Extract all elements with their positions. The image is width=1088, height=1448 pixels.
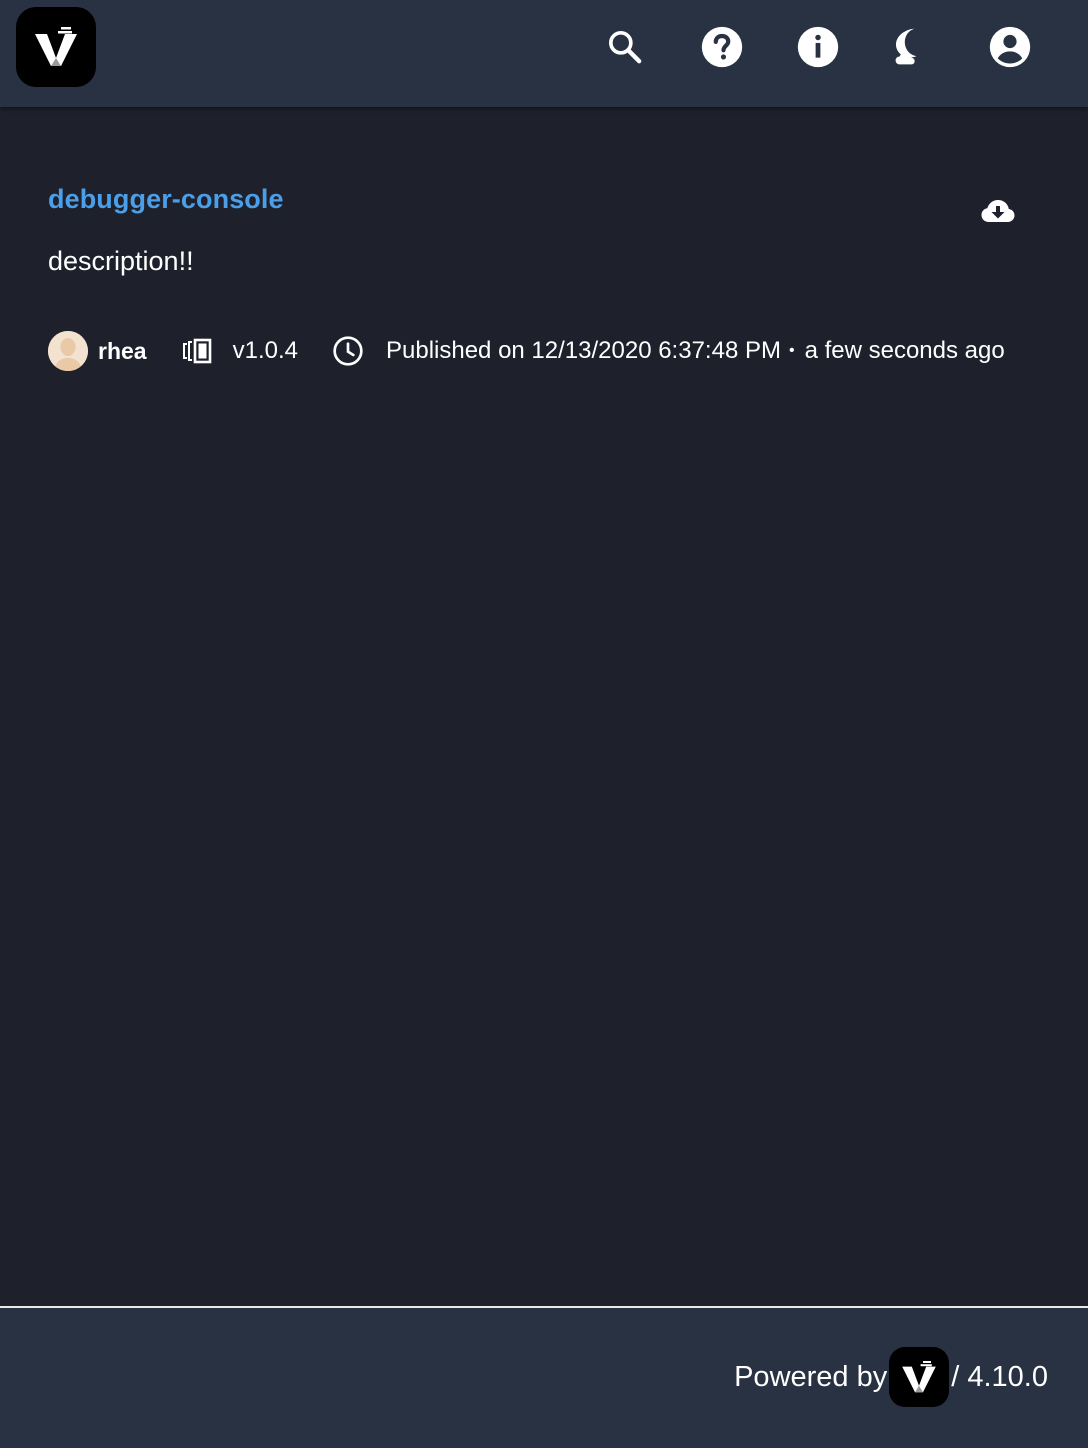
- clock-icon: [332, 335, 364, 367]
- powered-by-label: Powered by: [734, 1360, 888, 1393]
- relative-time: a few seconds ago: [804, 337, 1005, 364]
- package-meta: rhea v1.0.4 Published on 12/13/2020 6:37…: [48, 331, 1005, 371]
- theme-toggle-icon[interactable]: [887, 23, 935, 71]
- app-version: / 4.10.0: [951, 1360, 1048, 1393]
- author-avatar: [48, 331, 88, 371]
- info-icon[interactable]: [794, 23, 842, 71]
- account-icon[interactable]: [986, 23, 1034, 71]
- download-icon[interactable]: [980, 196, 1016, 226]
- package-name-link[interactable]: debugger-console: [48, 184, 284, 215]
- package-version: v1.0.4: [232, 337, 298, 364]
- published-date: Published on 12/13/2020 6:37:48 PM: [385, 337, 781, 364]
- author-name[interactable]: rhea: [98, 338, 147, 365]
- help-icon[interactable]: [698, 23, 746, 71]
- package-description: description!!: [48, 246, 194, 276]
- footer-logo-icon[interactable]: [889, 1347, 950, 1407]
- powered-by: Powered by / 4.10.0: [734, 1347, 1048, 1407]
- app-header: [0, 0, 1088, 107]
- verdaccio-logo[interactable]: [16, 7, 96, 87]
- separator-dot: •: [788, 342, 795, 359]
- logo-icon: [35, 27, 77, 66]
- search-icon[interactable]: [601, 23, 649, 71]
- version-icon: [181, 338, 215, 364]
